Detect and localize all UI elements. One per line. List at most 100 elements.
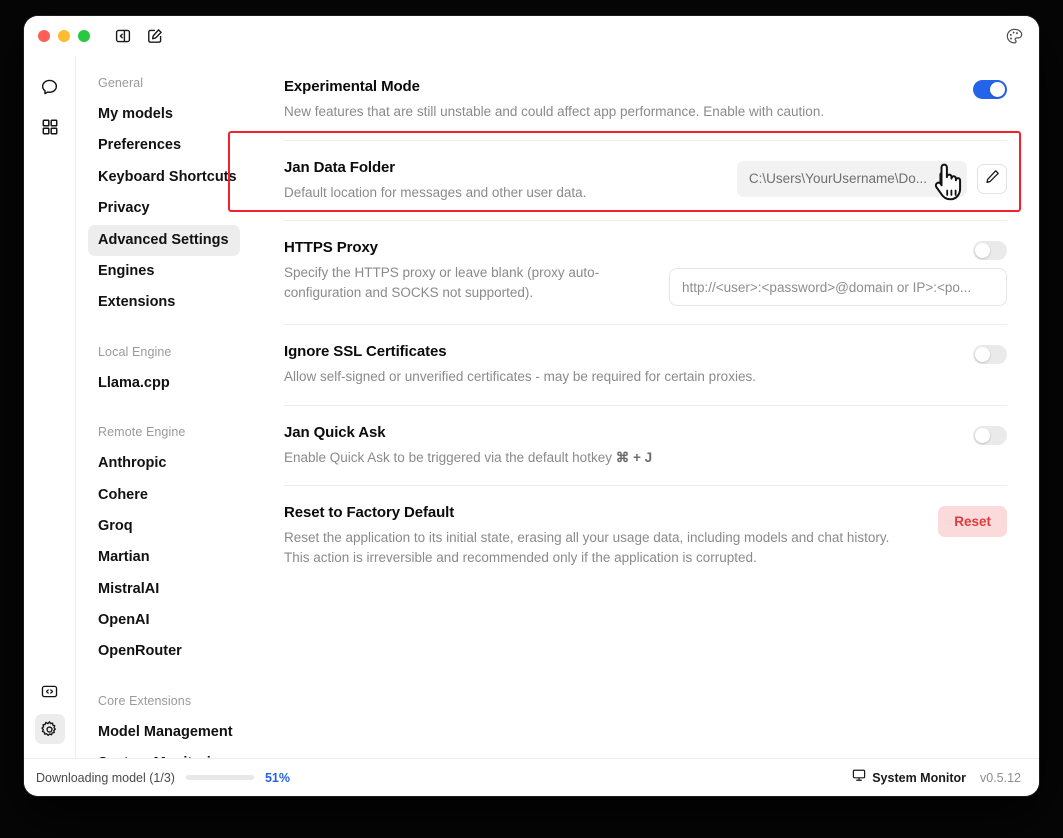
- chat-icon[interactable]: [35, 72, 65, 102]
- status-bar: Downloading model (1/3) 51% System Monit…: [24, 758, 1039, 796]
- sidebar-item-system-monitoring[interactable]: System Monitoring: [88, 748, 240, 758]
- sidebar-item-model-management[interactable]: Model Management: [88, 717, 240, 748]
- ignore-ssl-toggle[interactable]: [973, 345, 1007, 365]
- quick-ask-hotkey: ⌘ + J: [615, 449, 653, 465]
- setting-title: Reset to Factory Default: [284, 504, 455, 522]
- setting-title: Ignore SSL Certificates: [284, 343, 447, 361]
- setting-row-quick-ask: Jan Quick Ask Enable Quick Ask to be tri…: [284, 406, 1007, 487]
- sidebar-item-anthropic[interactable]: Anthropic: [88, 448, 240, 479]
- nav-group-title: Core Extensions: [98, 693, 192, 708]
- nav-group-local-engine: Local Engine Llama.cpp: [88, 345, 240, 399]
- row-control: [973, 78, 1007, 99]
- gear-icon[interactable]: [34, 714, 65, 744]
- download-status-text: Downloading model (1/3): [36, 770, 175, 785]
- title-bar: [24, 16, 1039, 56]
- window-controls: [38, 30, 90, 42]
- hub-icon[interactable]: [35, 112, 65, 142]
- jan-app-window: General My models Preferences Keyboard S…: [24, 16, 1039, 796]
- sidebar-item-mistralai[interactable]: MistralAI: [88, 574, 240, 605]
- row-text: Reset to Factory Default Reset the appli…: [284, 504, 914, 567]
- sidebar-item-cohere[interactable]: Cohere: [88, 480, 240, 511]
- https-proxy-toggle[interactable]: [973, 241, 1007, 261]
- setting-title: Jan Data Folder: [284, 158, 396, 176]
- setting-row-https-proxy: HTTPS Proxy Specify the HTTPS proxy or l…: [284, 221, 1007, 326]
- setting-description: Reset the application to its initial sta…: [284, 530, 890, 565]
- maximize-button[interactable]: [78, 30, 90, 42]
- setting-row-ignore-ssl: Ignore SSL Certificates Allow self-signe…: [284, 325, 1007, 406]
- https-proxy-input[interactable]: [669, 268, 1007, 307]
- sidebar-item-openai[interactable]: OpenAI: [88, 605, 240, 636]
- data-folder-path-text: C:\Users\YourUsername\Do...: [748, 171, 927, 187]
- setting-description: Allow self-signed or unverified certific…: [284, 369, 756, 385]
- sidebar-item-advanced-settings[interactable]: Advanced Settings: [88, 224, 240, 256]
- reset-button[interactable]: Reset: [938, 506, 1007, 538]
- setting-title: Experimental Mode: [284, 78, 420, 95]
- edit-data-folder-button[interactable]: [977, 163, 1007, 194]
- experimental-mode-toggle[interactable]: [973, 80, 1007, 99]
- rail-top-group: [35, 72, 65, 142]
- nav-group-title: Remote Engine: [98, 425, 186, 440]
- row-control: [669, 239, 1007, 307]
- setting-row-experimental-mode: Experimental Mode New features that are …: [284, 56, 1007, 141]
- status-right: System Monitor v0.5.12: [852, 768, 1021, 787]
- nav-group-title: General: [98, 76, 144, 90]
- settings-sidebar: General My models Preferences Keyboard S…: [76, 56, 252, 758]
- toggle-knob: [975, 347, 990, 363]
- quick-ask-toggle[interactable]: [973, 425, 1007, 445]
- sidebar-item-my-models[interactable]: My models: [88, 99, 240, 130]
- minimize-button[interactable]: [58, 30, 70, 42]
- row-control: [973, 343, 1007, 365]
- download-progress-label: 51%: [264, 770, 290, 785]
- pencil-icon: [985, 169, 1000, 189]
- download-status: Downloading model (1/3) 51%: [36, 771, 290, 785]
- folder-open-icon[interactable]: [935, 168, 957, 190]
- sidebar-item-openrouter[interactable]: OpenRouter: [88, 636, 240, 667]
- setting-title: HTTPS Proxy: [284, 239, 378, 257]
- sidebar-item-engines[interactable]: Engines: [88, 256, 240, 287]
- sidebar-item-privacy[interactable]: Privacy: [88, 193, 240, 224]
- monitor-icon: [852, 768, 866, 787]
- nav-group-general: General My models Preferences Keyboard S…: [88, 76, 240, 319]
- row-text: Jan Quick Ask Enable Quick Ask to be tri…: [284, 424, 949, 468]
- nav-group-title: Local Engine: [98, 344, 172, 359]
- row-control: Reset: [938, 504, 1007, 538]
- row-control: [973, 424, 1007, 445]
- sidebar-item-extensions[interactable]: Extensions: [88, 287, 240, 318]
- sidebar-item-llama-cpp[interactable]: Llama.cpp: [88, 368, 240, 399]
- data-folder-path-box[interactable]: C:\Users\YourUsername\Do...: [736, 160, 967, 197]
- icon-rail: [24, 56, 76, 758]
- row-text: Ignore SSL Certificates Allow self-signe…: [284, 343, 949, 387]
- row-text: Experimental Mode New features that are …: [284, 78, 949, 122]
- row-text: HTTPS Proxy Specify the HTTPS proxy or l…: [284, 239, 645, 302]
- new-note-icon[interactable]: [144, 25, 166, 47]
- settings-main-panel: Experimental Mode New features that are …: [252, 56, 1039, 758]
- row-text: Jan Data Folder Default location for mes…: [284, 159, 713, 203]
- sidebar-item-martian[interactable]: Martian: [88, 542, 240, 573]
- sidebar-item-preferences[interactable]: Preferences: [88, 130, 240, 161]
- nav-group-core-extensions: Core Extensions Model Management System …: [88, 694, 240, 758]
- close-button[interactable]: [38, 30, 50, 42]
- app-body: General My models Preferences Keyboard S…: [24, 56, 1039, 758]
- quick-ask-desc-text: Enable Quick Ask to be triggered via the…: [284, 449, 616, 465]
- toggle-knob: [990, 82, 1005, 97]
- code-icon[interactable]: [35, 676, 65, 706]
- panel-collapse-icon[interactable]: [112, 25, 134, 47]
- palette-icon[interactable]: [1003, 25, 1025, 47]
- setting-description: New features that are still unstable and…: [284, 104, 825, 119]
- setting-description: Specify the HTTPS proxy or leave blank (…: [284, 265, 600, 300]
- titlebar-actions: [112, 25, 166, 47]
- setting-description: Default location for messages and other …: [284, 184, 587, 200]
- desktop-background: General My models Preferences Keyboard S…: [0, 0, 1063, 838]
- system-monitor-button[interactable]: System Monitor: [852, 768, 966, 787]
- rail-bottom-group: [34, 676, 65, 744]
- sidebar-item-groq[interactable]: Groq: [88, 511, 240, 542]
- app-version-label: v0.5.12: [979, 770, 1021, 785]
- nav-group-remote-engine: Remote Engine Anthropic Cohere Groq Mart…: [88, 425, 240, 668]
- setting-row-factory-reset: Reset to Factory Default Reset the appli…: [284, 486, 1007, 585]
- sidebar-item-keyboard-shortcuts[interactable]: Keyboard Shortcuts: [88, 162, 240, 193]
- setting-description: Enable Quick Ask to be triggered via the…: [284, 448, 924, 468]
- system-monitor-label: System Monitor: [872, 770, 966, 785]
- row-control: C:\Users\YourUsername\Do...: [736, 159, 1007, 197]
- download-progress-bar: [185, 775, 254, 780]
- setting-title: Jan Quick Ask: [284, 423, 386, 441]
